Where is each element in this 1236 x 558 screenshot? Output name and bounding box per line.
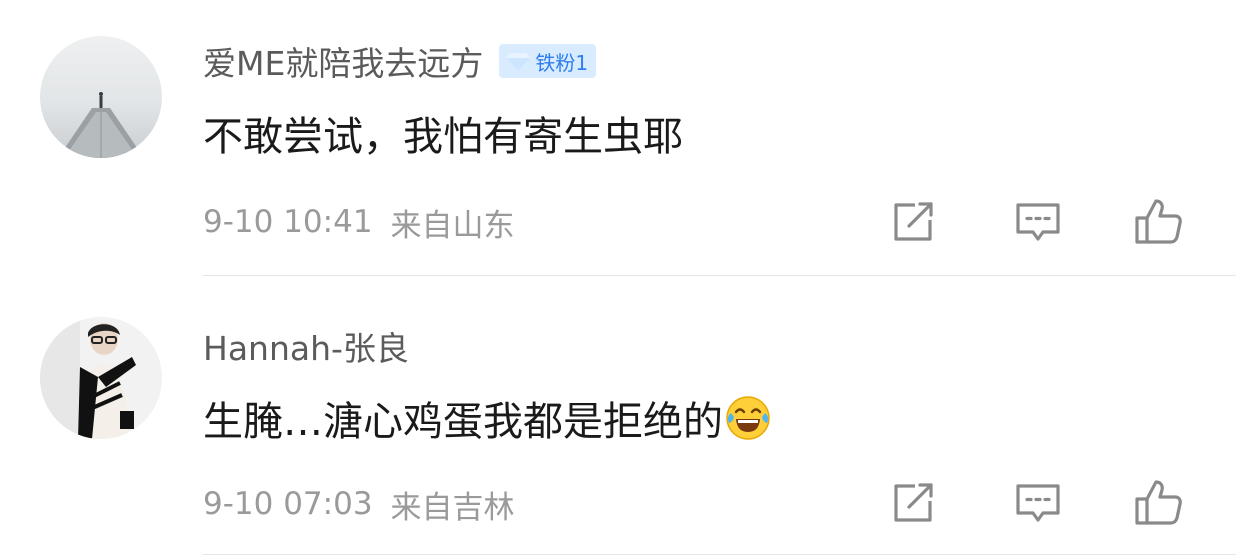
username[interactable]: Hannah-张良: [203, 322, 409, 370]
location: 来自山东: [390, 207, 515, 244]
comment-item: 爱ME就陪我去远方 铁粉1 不敢尝试，我怕有寄生虫耶 9-10 10:41 来自…: [0, 0, 1236, 279]
comment-item: Hannah-张良 生腌…溏心鸡蛋我都是拒绝的 9-10 07:03 来自吉林: [0, 279, 1236, 558]
share-icon[interactable]: [887, 196, 939, 248]
comment-meta: 9-10 10:41 来自山东: [203, 197, 515, 247]
avatar[interactable]: [40, 36, 162, 158]
timestamp: 9-10 10:41: [203, 204, 373, 240]
location: 来自吉林: [390, 489, 515, 526]
comment-meta: 9-10 07:03 来自吉林: [203, 479, 515, 529]
laughing-tears-emoji: [726, 396, 770, 440]
username-row: 爱ME就陪我去远方 铁粉1: [203, 36, 597, 86]
like-icon[interactable]: [1133, 196, 1185, 248]
badge-label: 铁粉1: [535, 50, 589, 75]
comment-text-body: 不敢尝试，我怕有寄生虫耶: [203, 114, 683, 160]
username-row: Hannah-张良: [203, 321, 409, 371]
like-icon[interactable]: [1133, 477, 1185, 529]
fan-badge[interactable]: 铁粉1: [499, 44, 597, 78]
comment-icon[interactable]: [1012, 477, 1064, 529]
comment-text: 生腌…溏心鸡蛋我都是拒绝的: [203, 389, 771, 447]
comment-icon[interactable]: [1012, 196, 1064, 248]
timestamp: 9-10 07:03: [203, 486, 373, 522]
comment-text: 不敢尝试，我怕有寄生虫耶: [203, 104, 683, 162]
share-icon[interactable]: [887, 477, 939, 529]
comment-text-body: 生腌…溏心鸡蛋我都是拒绝的: [203, 399, 723, 445]
avatar[interactable]: [40, 317, 162, 439]
username[interactable]: 爱ME就陪我去远方: [203, 37, 483, 85]
diamond-icon: [506, 53, 531, 71]
divider: [203, 275, 1236, 276]
divider: [203, 554, 1236, 555]
